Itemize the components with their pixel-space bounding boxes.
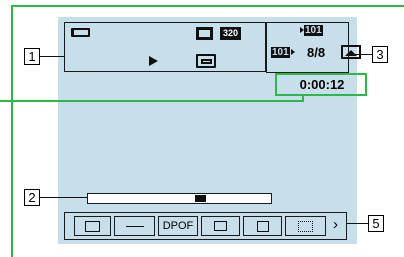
frame-count: 8/8 (307, 45, 326, 60)
callout-3: 3 (372, 46, 388, 63)
folder-number-icon: 101 (271, 46, 299, 59)
callout-2-line (40, 197, 87, 198)
playback-bar[interactable] (87, 193, 272, 204)
menu-slideshow-button[interactable] (243, 216, 282, 236)
callout-2: 2 (24, 189, 40, 206)
folder-icon (85, 220, 100, 232)
image-size-badge: 320 (220, 27, 241, 40)
callout-3-line (349, 54, 372, 55)
callout-5-line (346, 223, 368, 224)
internal-memory-icon (341, 45, 361, 59)
playback-counter: 0:00:12 (299, 77, 345, 92)
counter-leader-horizontal (0, 100, 304, 102)
slideshow-icon (256, 220, 269, 232)
folder-number-top-icon: 101 (300, 24, 324, 37)
menu-folder-button[interactable] (74, 216, 111, 236)
film-icon (196, 27, 213, 40)
print-icon (214, 221, 227, 232)
menu-print-button[interactable] (201, 216, 240, 236)
green-frame-left (11, 5, 13, 257)
menu-resize-button[interactable] (285, 216, 326, 236)
battery-icon (71, 28, 90, 37)
menu-protect-button[interactable] (114, 216, 155, 236)
callout-1: 1 (24, 48, 40, 65)
key-icon (125, 225, 144, 227)
resize-icon (298, 220, 313, 232)
green-frame-top (11, 5, 404, 7)
callout-1-line (40, 56, 64, 57)
play-icon (149, 56, 158, 66)
callout-5: 5 (368, 215, 384, 232)
menu-dpof-button[interactable]: DPOF (158, 216, 198, 236)
playback-position-marker[interactable] (195, 195, 206, 202)
menu-more-arrow[interactable]: › (333, 215, 343, 235)
folder-icon (196, 54, 216, 68)
